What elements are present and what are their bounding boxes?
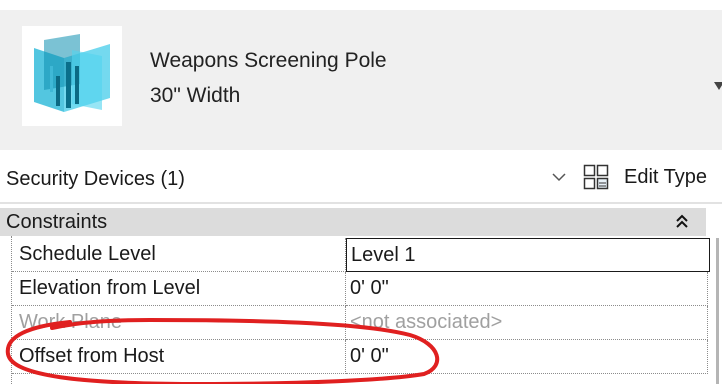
- property-value[interactable]: 0' 0": [346, 340, 708, 374]
- double-chevron-up-icon[interactable]: [670, 208, 694, 236]
- property-row[interactable]: Offset from Host 0' 0": [6, 340, 708, 374]
- header-top-edge: [0, 0, 722, 10]
- property-row[interactable]: Elevation from Level 0' 0": [6, 272, 708, 306]
- category-filter-label: Security Devices (1): [6, 168, 185, 190]
- property-name: Elevation from Level: [12, 272, 346, 306]
- triangle-down-icon[interactable]: [714, 82, 722, 90]
- family-name: Weapons Screening Pole: [150, 49, 387, 72]
- group-label: Constraints: [6, 211, 108, 233]
- edit-type-icon: [583, 164, 609, 190]
- property-name: Offset from Host: [12, 340, 346, 374]
- property-row: Work Plane <not associated>: [6, 306, 708, 340]
- property-name: Work Plane: [12, 306, 346, 340]
- scrollbar-thumb[interactable]: [716, 238, 719, 384]
- type-name: 30" Width: [150, 84, 241, 107]
- chevron-down-icon[interactable]: [551, 169, 567, 185]
- divider: [0, 202, 722, 204]
- edit-type-label: Edit Type: [624, 166, 708, 188]
- property-value-input[interactable]: Level 1: [346, 238, 710, 272]
- grid-border: [11, 236, 13, 384]
- property-value[interactable]: 0' 0": [346, 272, 708, 306]
- property-row[interactable]: Schedule Level Level 1: [6, 238, 710, 272]
- property-value: <not associated>: [346, 306, 708, 340]
- weapons-screening-pole-thumbnail-icon: [22, 26, 122, 126]
- property-name: Schedule Level: [12, 238, 346, 272]
